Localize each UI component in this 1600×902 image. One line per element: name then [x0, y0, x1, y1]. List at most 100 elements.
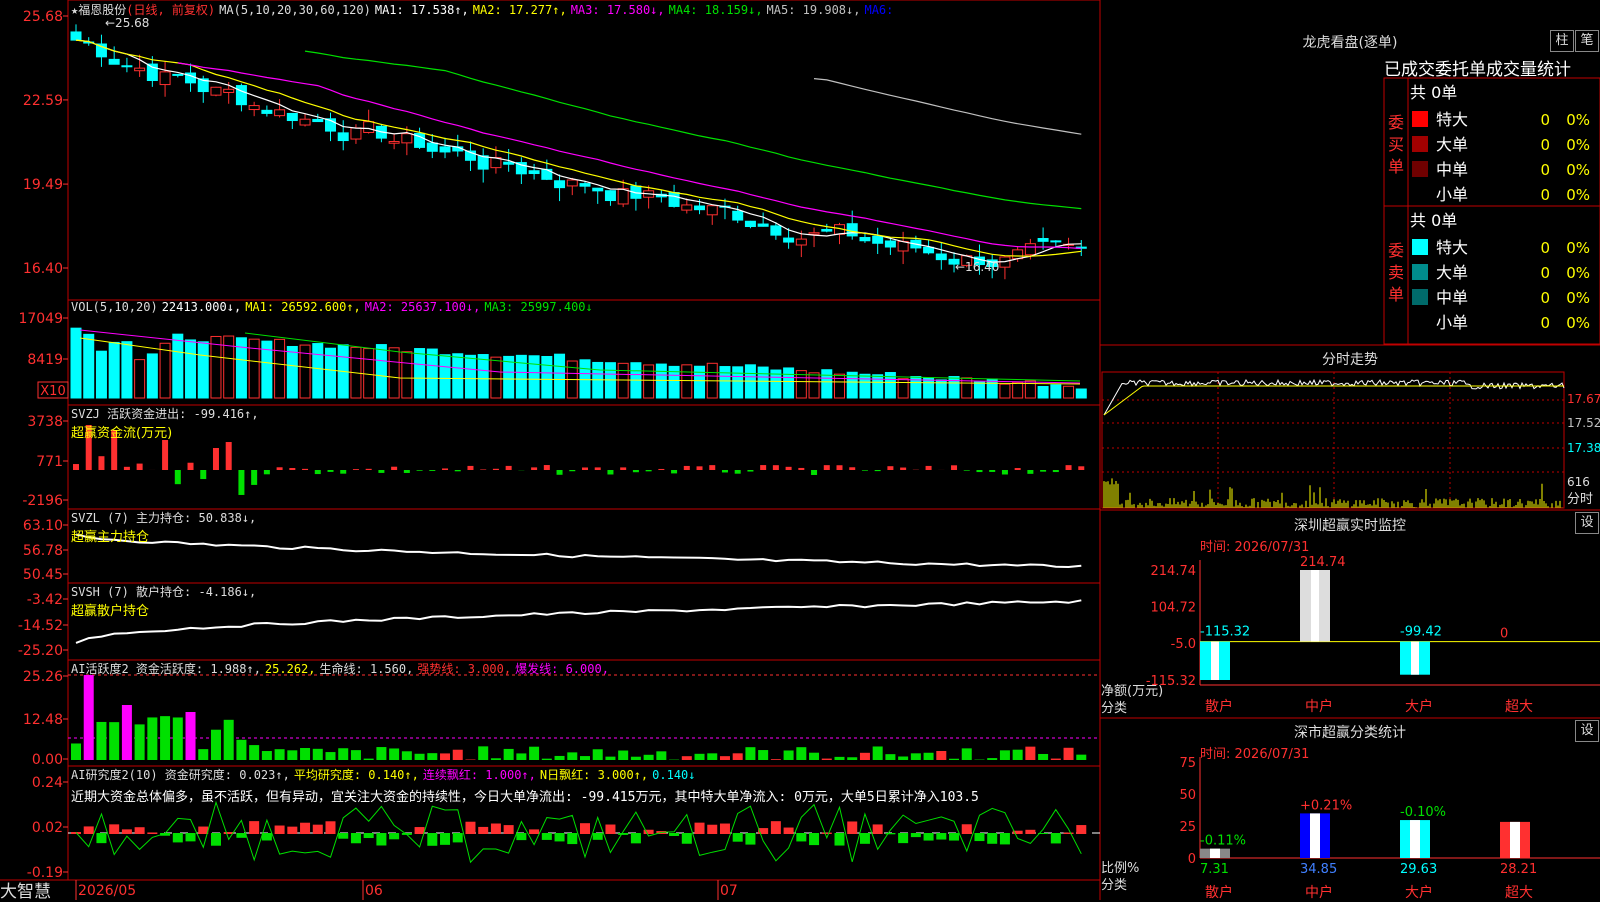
candle: [440, 147, 450, 152]
svzl-header: SVZL (7) 主力持仓: 50.838↓,超赢主力持仓: [71, 509, 260, 545]
sz-monitor-settings-button[interactable]: 设: [1575, 512, 1599, 534]
volume-bar: [135, 360, 145, 398]
ma1-value: MA1: 17.538↑,: [375, 3, 469, 17]
volume-bar: [898, 379, 908, 398]
volume-bar: [924, 378, 934, 398]
volume-bar: [96, 351, 106, 398]
ai-bar: [478, 746, 488, 760]
ai-bar: [924, 753, 934, 760]
ai-bar: [555, 756, 565, 760]
research-bar: [949, 833, 959, 841]
svzj-bar: [658, 469, 664, 470]
ai-bar: [211, 730, 221, 760]
volume-bar: [618, 363, 628, 398]
ai-bar: [1038, 754, 1048, 760]
bar-mode-button[interactable]: 柱: [1550, 30, 1574, 52]
svzj-bar: [328, 470, 334, 472]
candle: [847, 224, 857, 236]
ai-bar: [949, 759, 959, 760]
svzj-bar: [1053, 470, 1059, 472]
volume-bar: [198, 342, 208, 398]
svzj-bar: [238, 470, 244, 495]
volume-bar: [1064, 386, 1074, 398]
candle: [224, 89, 234, 92]
candle: [287, 113, 297, 120]
research-bar: [173, 833, 183, 842]
svzj-bar: [98, 456, 104, 470]
volume-bar: [682, 365, 692, 398]
volume-bar: [504, 356, 514, 398]
sz-class-cat-label: 中户: [1305, 884, 1333, 900]
svzj-bar: [162, 440, 168, 470]
sz-class-change-label: +0.21%: [1300, 798, 1352, 813]
ai-bar: [911, 753, 921, 760]
ai-bar: [529, 747, 539, 760]
volume-bar: [860, 374, 870, 398]
ai-bar: [567, 752, 577, 760]
sell-order-label: 委: [1388, 241, 1404, 260]
volume-bar: [389, 348, 399, 398]
ai-bar: [936, 751, 946, 760]
low-price-label: ←16.40: [955, 260, 999, 274]
y-tick-label: 22.59: [23, 93, 63, 109]
ai-bar: [1051, 759, 1061, 760]
main-chart-canvas[interactable]: 25.6822.5919.4916.40←25.68←16.4017049841…: [0, 0, 1600, 900]
ai-bar: [516, 753, 526, 760]
research-bar: [491, 824, 501, 834]
ai-bar: [593, 749, 603, 760]
y-tick-label: 17049: [18, 311, 63, 327]
sell-order-row-vol: 0: [1540, 264, 1550, 282]
svzj-bar: [467, 466, 473, 470]
candle: [936, 254, 946, 260]
y-tick-label: -25.20: [18, 643, 63, 659]
research-bar: [809, 833, 819, 845]
sz-class-ytick: 50: [1179, 788, 1196, 803]
tick-mode-button[interactable]: 笔: [1575, 30, 1599, 52]
volume-bar: [465, 355, 475, 398]
volume-bar: [478, 355, 488, 398]
candle: [771, 226, 781, 235]
svzj-bar: [1027, 470, 1033, 474]
fenshi-volume: [1104, 478, 1562, 508]
research-bar: [733, 833, 743, 842]
sz-monitor-xlabel: 分类: [1101, 697, 1127, 716]
svzj-bar: [849, 467, 855, 470]
volume-bar: [529, 356, 539, 398]
svzj-bar: [455, 470, 461, 471]
volume-bar: [516, 355, 526, 398]
sz-class-cat-label: 超大: [1505, 885, 1533, 900]
research-bar: [784, 828, 794, 834]
svzj-bar: [951, 465, 957, 470]
ai-bar: [389, 748, 399, 760]
ai-bar: [1013, 750, 1023, 760]
vol-ma1: MA1: 26592.600↑,: [245, 300, 361, 314]
sz-class-settings-button[interactable]: 设: [1575, 720, 1599, 742]
buy-order-swatch: [1412, 186, 1428, 202]
svzj-bar: [213, 448, 219, 470]
x-axis-label: 06: [365, 883, 383, 899]
ai-bar: [351, 750, 361, 760]
volume-bar: [555, 354, 565, 398]
svzj-bar: [607, 470, 613, 474]
price-panel-header: ★福恩股份(日线, 前复权)MA(5,10,20,30,60,120)MA1: …: [71, 1, 901, 18]
research-bar: [962, 824, 972, 834]
research-bar: [885, 833, 895, 834]
volume-bar: [313, 344, 323, 398]
buy-order-label: 单: [1388, 157, 1404, 176]
ai-bar: [860, 753, 870, 760]
sz-class-ytick: 0: [1188, 852, 1196, 867]
y-tick-label: 0.02: [32, 820, 63, 836]
sz-class-ytick: 75: [1179, 756, 1196, 771]
sell-order-swatch: [1412, 264, 1428, 280]
sell-order-row-name: 特大: [1436, 238, 1468, 257]
sz-monitor-value-label: -99.42: [1400, 625, 1442, 640]
candle: [478, 156, 488, 169]
sz-monitor-bar: [1400, 642, 1430, 675]
sz-monitor-cat-label: 中户: [1305, 698, 1333, 715]
candle: [211, 87, 221, 95]
fenshi-ytick: 17.67: [1567, 392, 1600, 406]
svzj-bar: [887, 466, 893, 470]
research-bar: [300, 823, 310, 834]
volume-bar: [453, 354, 463, 398]
candle: [593, 188, 603, 191]
